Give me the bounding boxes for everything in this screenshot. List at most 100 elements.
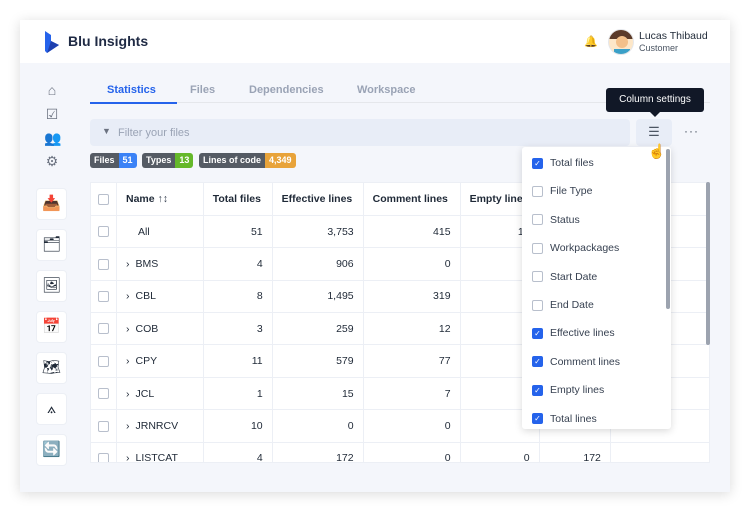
tab-files[interactable]: Files: [190, 84, 215, 96]
calendar-tool-icon[interactable]: 📅: [36, 311, 67, 343]
column-option[interactable]: Workpackages: [532, 239, 619, 257]
table-row[interactable]: › LISTCAT 4 172 0 0 172: [91, 442, 709, 462]
user-role: Customer: [639, 43, 679, 53]
dropdown-scrollbar[interactable]: [666, 149, 670, 309]
column-header-name[interactable]: Name ↑↕: [116, 183, 204, 216]
column-option[interactable]: Status: [532, 211, 580, 229]
unchecked-checkbox[interactable]: [532, 242, 543, 254]
cell-value: 4: [203, 247, 273, 281]
cell-value: 579: [272, 344, 364, 378]
user-name: Lucas Thibaud: [639, 30, 708, 42]
checked-checkbox[interactable]: ✓: [532, 384, 543, 396]
cell-value: 11: [203, 344, 273, 378]
column-settings-dropdown: ✓ Total files File Type Status Workpackages S…: [522, 147, 671, 429]
column-settings-button[interactable]: ☰: [636, 119, 672, 146]
unchecked-checkbox[interactable]: [532, 185, 543, 197]
cell-name[interactable]: › JRNRCV: [116, 409, 204, 443]
row-checkbox[interactable]: [98, 258, 109, 270]
checkbox-icon[interactable]: ☑: [44, 106, 60, 122]
column-option[interactable]: ✓ Comment lines: [532, 353, 620, 371]
table-scrollbar[interactable]: [706, 182, 710, 345]
home-icon[interactable]: ⌂: [44, 82, 60, 98]
sort-icon[interactable]: ↑↕: [158, 193, 169, 205]
inbox-tool-icon[interactable]: 📥: [36, 188, 67, 220]
row-checkbox[interactable]: [98, 323, 109, 335]
unchecked-checkbox[interactable]: [532, 299, 543, 311]
chevron-right-icon[interactable]: ›: [126, 388, 130, 400]
option-label: Status: [550, 213, 580, 226]
cell-value: 77: [363, 344, 461, 378]
cell-name[interactable]: All: [116, 215, 204, 249]
cell-value: 415: [363, 215, 461, 249]
column-option[interactable]: Start Date: [532, 268, 597, 286]
cell-value: 319: [363, 280, 461, 314]
cell-value: 3: [203, 312, 273, 346]
cell-value: 0: [272, 409, 364, 443]
cell-value: 0: [363, 442, 461, 462]
tab-dependencies[interactable]: Dependencies: [249, 84, 324, 96]
column-option[interactable]: ✓ Total lines: [532, 410, 597, 428]
column-header-comment-lines[interactable]: Comment lines: [363, 183, 461, 216]
cell-name[interactable]: › BMS: [116, 247, 204, 281]
checked-checkbox[interactable]: ✓: [532, 157, 543, 169]
cell-value: 0: [363, 409, 461, 443]
compass-tool-icon[interactable]: ⟑: [36, 393, 67, 425]
column-header-effective-lines[interactable]: Effective lines: [272, 183, 364, 216]
image-tool-icon[interactable]: 🖼: [36, 270, 67, 302]
column-option[interactable]: ✓ Effective lines: [532, 324, 615, 342]
blu-logo-icon: [45, 31, 59, 53]
column-option[interactable]: File Type: [532, 182, 592, 200]
cell-value: 3,753: [272, 215, 364, 249]
column-header-total-files[interactable]: Total files: [203, 183, 273, 216]
row-checkbox[interactable]: [98, 453, 109, 462]
cell-value: 0: [460, 442, 540, 462]
sync-tool-icon[interactable]: 🔄: [36, 434, 67, 466]
column-option[interactable]: End Date: [532, 296, 594, 314]
tab-statistics[interactable]: Statistics: [107, 84, 156, 96]
chevron-right-icon[interactable]: ›: [126, 290, 130, 302]
board-tool-icon[interactable]: 🗺: [36, 352, 67, 384]
unchecked-checkbox[interactable]: [532, 271, 543, 283]
select-all-checkbox[interactable]: [98, 193, 109, 205]
chevron-right-icon[interactable]: ›: [126, 420, 130, 432]
cell-value: 1: [203, 377, 273, 411]
chevron-right-icon[interactable]: ›: [126, 452, 130, 462]
tab-workspace[interactable]: Workspace: [357, 84, 416, 96]
gear-icon[interactable]: ⚙: [44, 153, 60, 169]
row-checkbox[interactable]: [98, 226, 109, 238]
row-checkbox[interactable]: [98, 291, 109, 303]
chevron-right-icon[interactable]: ›: [126, 258, 130, 270]
option-label: End Date: [550, 299, 594, 311]
cell-name[interactable]: › CBL: [116, 280, 204, 314]
option-label: Comment lines: [550, 355, 621, 368]
cell-name[interactable]: › LISTCAT: [116, 442, 204, 462]
checked-checkbox[interactable]: ✓: [532, 413, 543, 425]
cell-name[interactable]: › COB: [116, 312, 204, 346]
row-checkbox[interactable]: [98, 355, 109, 367]
checked-checkbox[interactable]: ✓: [532, 356, 543, 368]
bell-icon[interactable]: 🔔: [584, 35, 598, 48]
cell-value: 4: [203, 442, 273, 462]
unchecked-checkbox[interactable]: [532, 214, 543, 226]
column-option[interactable]: ✓ Total files: [532, 154, 594, 172]
cell-name[interactable]: › CPY: [116, 344, 204, 378]
cell-value: 51: [203, 215, 273, 249]
option-label: Workpackages: [550, 242, 620, 255]
header: Blu Insights 🔔 Lucas Thibaud Customer: [20, 20, 730, 63]
row-checkbox[interactable]: [98, 420, 109, 432]
row-checkbox[interactable]: [98, 388, 109, 400]
chevron-right-icon[interactable]: ›: [126, 355, 130, 367]
app-name: Blu Insights: [68, 33, 149, 49]
cell-name[interactable]: › JCL: [116, 377, 204, 411]
checked-checkbox[interactable]: ✓: [532, 327, 543, 339]
filter-input[interactable]: [118, 119, 618, 146]
filter-bar: ▼: [90, 119, 630, 146]
files-badge: Files 51: [90, 153, 137, 168]
users-icon[interactable]: 👥: [44, 130, 61, 146]
column-option[interactable]: ✓ Empty lines: [532, 381, 604, 399]
notes-tool-icon[interactable]: 🗂: [36, 229, 67, 261]
more-options-icon[interactable]: ···: [684, 124, 699, 138]
avatar[interactable]: [608, 29, 634, 55]
cell-value: 8: [203, 280, 273, 314]
chevron-right-icon[interactable]: ›: [126, 323, 130, 335]
